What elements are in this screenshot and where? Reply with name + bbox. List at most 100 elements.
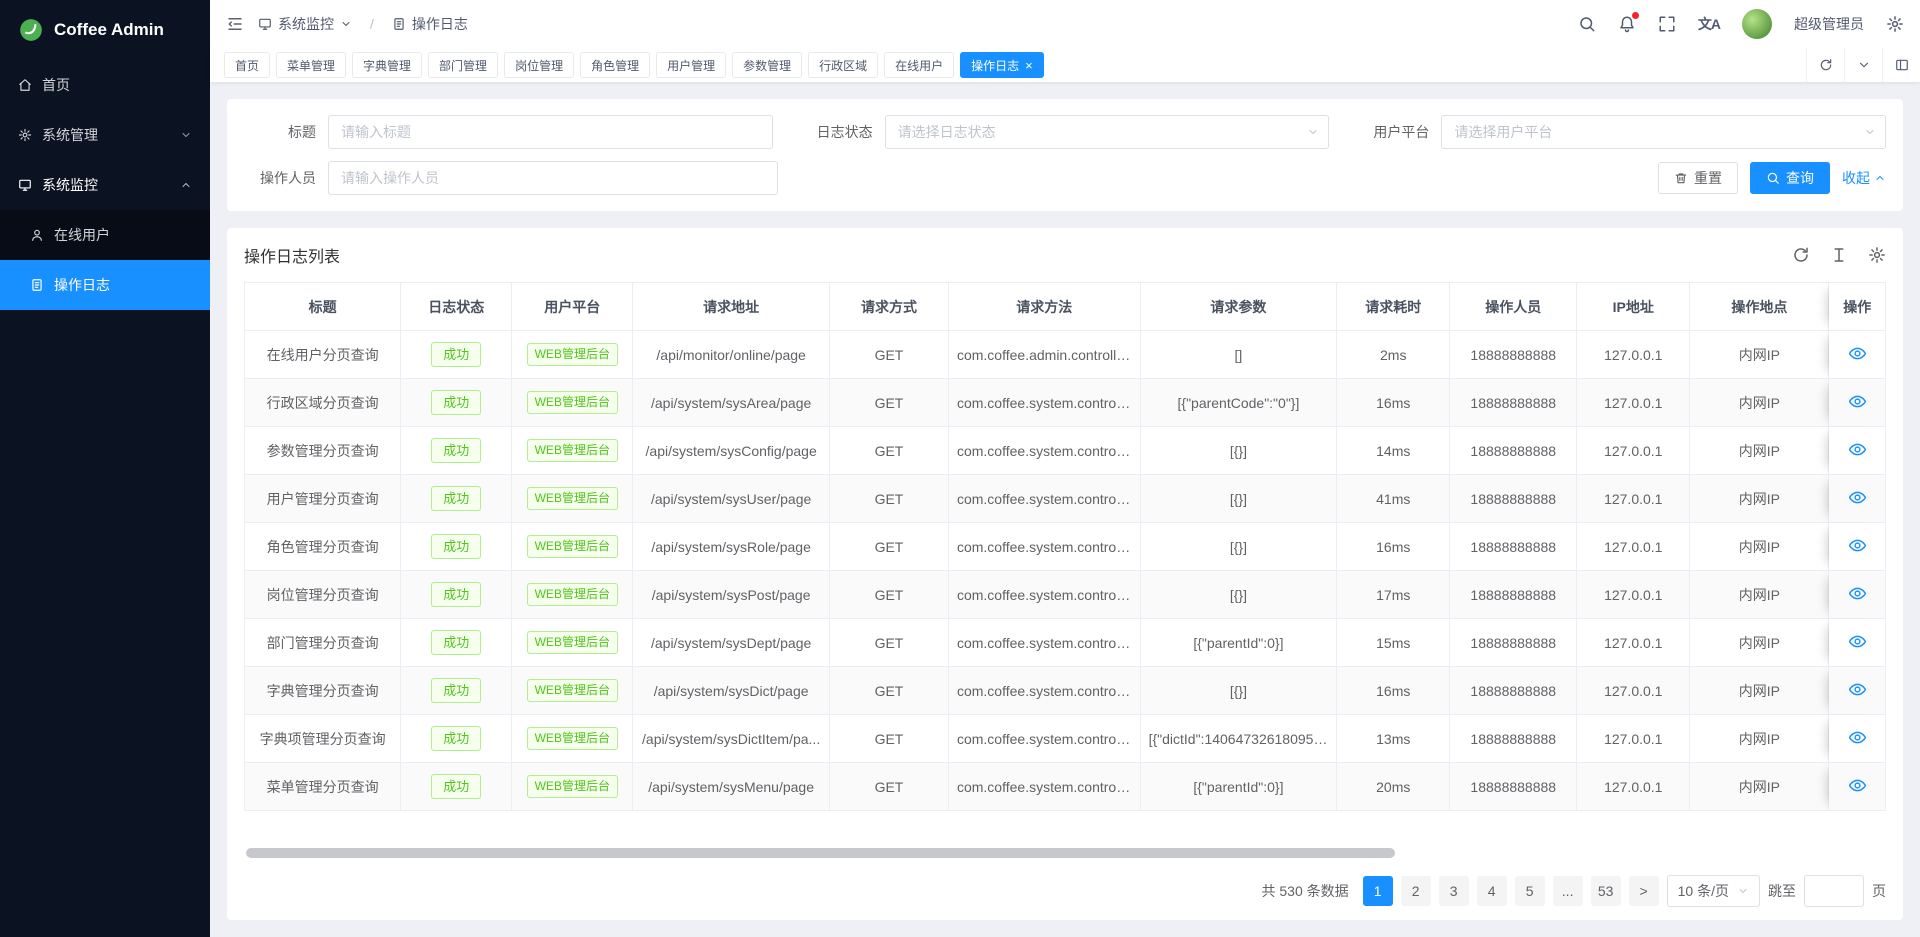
- row-ip: 127.0.0.1: [1577, 763, 1690, 811]
- jump-suffix: 页: [1872, 881, 1886, 901]
- log-table-wrap: 标题日志状态用户平台请求地址请求方式请求方法请求参数请求耗时操作人员IP地址操作…: [244, 282, 1886, 811]
- table-row: 菜单管理分页查询成功WEB管理后台/api/system/sysMenu/pag…: [245, 763, 1886, 811]
- pager-page-53[interactable]: 53: [1591, 876, 1621, 906]
- tab-7[interactable]: 参数管理: [732, 52, 802, 78]
- tab-3[interactable]: 部门管理: [428, 52, 498, 78]
- reset-button[interactable]: 重置: [1658, 162, 1738, 194]
- platform-badge: WEB管理后台: [527, 631, 618, 653]
- row-location: 内网IP: [1690, 763, 1829, 811]
- row-method: GET: [830, 763, 949, 811]
- app-logo[interactable]: Coffee Admin: [0, 0, 210, 60]
- sidebar-collapse-icon[interactable]: [226, 15, 244, 33]
- tab-6[interactable]: 用户管理: [656, 52, 726, 78]
- view-detail-eye-icon[interactable]: [1848, 584, 1867, 603]
- view-detail-eye-icon[interactable]: [1848, 632, 1867, 651]
- pager-ellipsis[interactable]: ...: [1553, 876, 1583, 906]
- avatar[interactable]: [1742, 9, 1772, 39]
- status-select[interactable]: [885, 115, 1330, 149]
- tab-label: 字典管理: [363, 57, 411, 74]
- view-detail-eye-icon[interactable]: [1848, 776, 1867, 795]
- density-icon[interactable]: [1830, 246, 1848, 264]
- status-badge: 成功: [431, 390, 481, 416]
- pager-page-2[interactable]: 2: [1401, 876, 1431, 906]
- filter-actions: 重置 查询 收起: [1658, 162, 1886, 194]
- row-actions: [1829, 475, 1886, 523]
- tab-8[interactable]: 行政区域: [808, 52, 878, 78]
- column-header: 日志状态: [401, 283, 512, 331]
- column-settings-icon[interactable]: [1868, 246, 1886, 264]
- sidebar-item-system-management[interactable]: 系统管理: [0, 110, 210, 160]
- row-duration: 41ms: [1337, 475, 1450, 523]
- tab-1[interactable]: 菜单管理: [276, 52, 346, 78]
- query-button[interactable]: 查询: [1750, 162, 1830, 194]
- layout-panel-icon[interactable]: [1882, 48, 1920, 82]
- view-detail-eye-icon[interactable]: [1848, 680, 1867, 699]
- app-root: Coffee Admin 首页 系统管理: [0, 0, 1920, 937]
- row-function: com.coffee.system.controlle...: [949, 763, 1141, 811]
- sidebar-item-home[interactable]: 首页: [0, 60, 210, 110]
- row-operator: 18888888888: [1450, 571, 1577, 619]
- fullscreen-icon[interactable]: [1658, 15, 1676, 33]
- row-duration: 16ms: [1337, 667, 1450, 715]
- row-actions: [1829, 427, 1886, 475]
- sidebar-item-operation-log[interactable]: 操作日志: [0, 260, 210, 310]
- translate-icon[interactable]: 文A: [1698, 14, 1720, 34]
- row-title: 角色管理分页查询: [245, 523, 401, 571]
- logo-text: Coffee Admin: [54, 20, 164, 40]
- tab-label: 菜单管理: [287, 57, 335, 74]
- column-header: 请求方法: [949, 283, 1141, 331]
- row-actions: [1829, 667, 1886, 715]
- row-location: 内网IP: [1690, 571, 1829, 619]
- view-detail-eye-icon[interactable]: [1848, 392, 1867, 411]
- view-detail-eye-icon[interactable]: [1848, 536, 1867, 555]
- row-operator: 18888888888: [1450, 475, 1577, 523]
- pager-page-1[interactable]: 1: [1363, 876, 1393, 906]
- tab-10[interactable]: 操作日志×: [960, 52, 1044, 78]
- scrollbar-thumb[interactable]: [246, 848, 1395, 858]
- sidebar-item-system-monitor[interactable]: 系统监控: [0, 160, 210, 210]
- platform-badge: WEB管理后台: [527, 343, 618, 365]
- row-duration: 20ms: [1337, 763, 1450, 811]
- pager-page-5[interactable]: 5: [1515, 876, 1545, 906]
- search-icon[interactable]: [1578, 15, 1596, 33]
- view-detail-eye-icon[interactable]: [1848, 728, 1867, 747]
- collapse-link[interactable]: 收起: [1842, 168, 1886, 188]
- pager-page-3[interactable]: 3: [1439, 876, 1469, 906]
- tab-4[interactable]: 岗位管理: [504, 52, 574, 78]
- notification-bell-icon[interactable]: [1618, 15, 1636, 33]
- tabs-refresh-icon[interactable]: [1806, 48, 1844, 82]
- column-header: 请求参数: [1141, 283, 1338, 331]
- page-size-select[interactable]: 10 条/页: [1667, 875, 1760, 907]
- tab-5[interactable]: 角色管理: [580, 52, 650, 78]
- column-header: IP地址: [1577, 283, 1690, 331]
- row-url: /api/monitor/online/page: [633, 331, 830, 379]
- row-params: [{"dictId":140647326180950...: [1141, 715, 1338, 763]
- sidebar-item-label: 系统管理: [42, 125, 98, 145]
- filter-panel: 标题 日志状态: [227, 99, 1903, 211]
- view-detail-eye-icon[interactable]: [1848, 440, 1867, 459]
- table-row: 用户管理分页查询成功WEB管理后台/api/system/sysUser/pag…: [245, 475, 1886, 523]
- platform-select[interactable]: [1441, 115, 1886, 149]
- row-operator: 18888888888: [1450, 331, 1577, 379]
- tab-2[interactable]: 字典管理: [352, 52, 422, 78]
- tab-bar: 首页菜单管理 字典管理部门管理岗位管理角色管理用户管理参数管理行政区域在线用户操作…: [210, 48, 1920, 82]
- pager-next-button[interactable]: >: [1629, 876, 1659, 906]
- pager-page-4[interactable]: 4: [1477, 876, 1507, 906]
- row-title: 字典管理分页查询: [245, 667, 401, 715]
- refresh-icon[interactable]: [1792, 246, 1810, 264]
- sidebar-item-online-users[interactable]: 在线用户: [0, 210, 210, 260]
- view-detail-eye-icon[interactable]: [1848, 344, 1867, 363]
- title-input[interactable]: [328, 115, 773, 149]
- tab-0[interactable]: 首页: [224, 52, 270, 78]
- settings-gear-icon[interactable]: [1886, 15, 1904, 33]
- row-operator: 18888888888: [1450, 427, 1577, 475]
- horizontal-scrollbar: [244, 848, 1886, 858]
- jump-page-input[interactable]: [1804, 875, 1864, 907]
- tab-9[interactable]: 在线用户: [884, 52, 954, 78]
- breadcrumb-level1[interactable]: 系统监控: [258, 14, 352, 34]
- view-detail-eye-icon[interactable]: [1848, 488, 1867, 507]
- tabs-chevron-down-icon[interactable]: [1844, 48, 1882, 82]
- operator-input[interactable]: [328, 161, 778, 195]
- tab-close-icon[interactable]: ×: [1025, 59, 1033, 72]
- user-name[interactable]: 超级管理员: [1794, 14, 1864, 34]
